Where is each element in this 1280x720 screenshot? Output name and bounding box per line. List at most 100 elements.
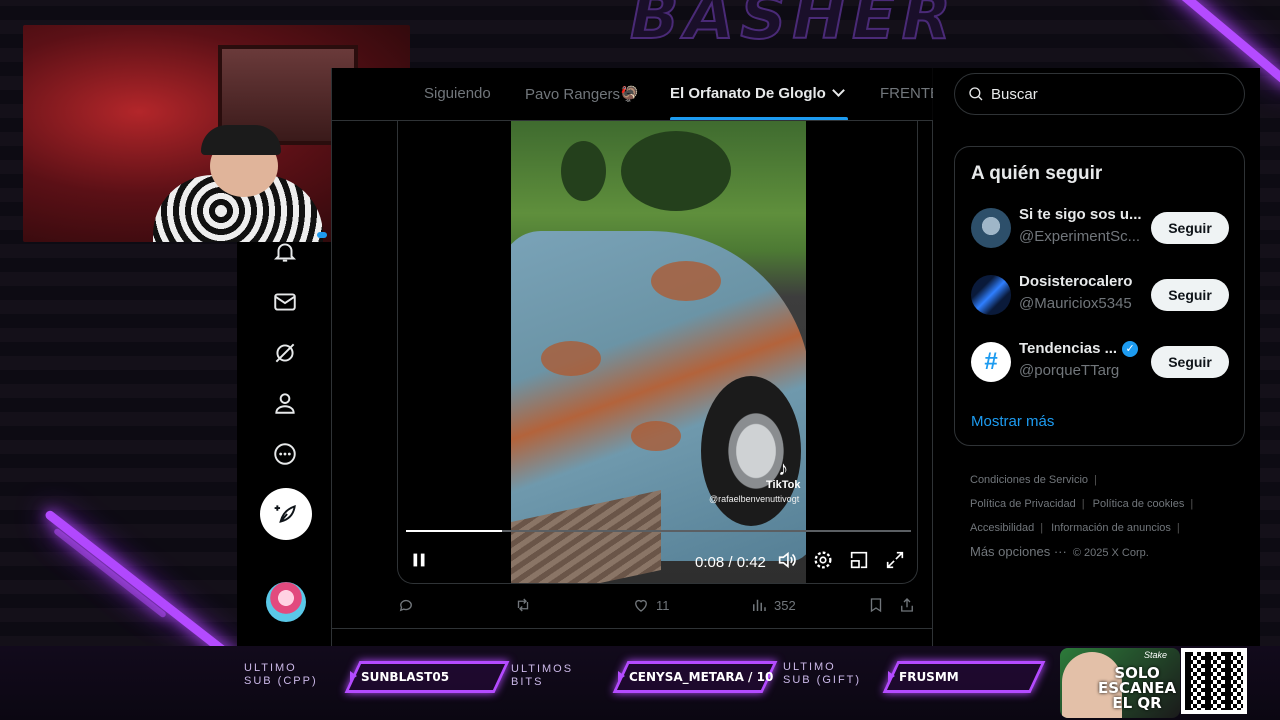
grok-icon bbox=[275, 343, 295, 363]
tiktok-icon: ♪ bbox=[778, 458, 789, 480]
video-time: 0:08 / 0:42 bbox=[695, 554, 766, 571]
webcam-cap bbox=[201, 125, 281, 155]
footer-link[interactable]: Política de Privacidad bbox=[970, 498, 1076, 510]
follow-button[interactable]: Seguir bbox=[1151, 346, 1229, 378]
last-sub-label: ULTIMO SUB (CPP) bbox=[244, 662, 318, 688]
account-handle: @ExperimentSc... bbox=[1019, 228, 1141, 245]
qr-pattern bbox=[1185, 652, 1243, 710]
profile-button[interactable] bbox=[265, 383, 305, 423]
x-sidebar bbox=[237, 232, 331, 646]
last-sub-name: SUNBLAST05 bbox=[361, 670, 450, 684]
stream-brand-logo: BASHER bbox=[629, 0, 957, 55]
footer-links: Condiciones de Servicio | Política de Pri… bbox=[970, 468, 1250, 565]
footer-link[interactable]: Condiciones de Servicio bbox=[970, 474, 1088, 486]
pause-icon bbox=[413, 553, 425, 567]
qr-promo-banner: Stake SOLO ESCANEA EL QR bbox=[1060, 648, 1180, 718]
like-button[interactable]: 11 bbox=[632, 596, 670, 614]
play-icon bbox=[888, 671, 895, 681]
verified-badge-icon: ✓ bbox=[1122, 340, 1139, 357]
repost-button[interactable] bbox=[514, 596, 532, 614]
more-circle-icon bbox=[274, 443, 296, 465]
promo-text: SOLO ESCANEA EL QR bbox=[1098, 666, 1176, 711]
footer-separator: | bbox=[1040, 522, 1044, 534]
video-bush bbox=[561, 141, 606, 201]
video-bush bbox=[621, 131, 731, 211]
video-player[interactable]: ♪ TikTok @rafaelbenvenuttivogt 0:08 / 0:… bbox=[397, 121, 918, 584]
play-icon bbox=[350, 671, 357, 681]
volume-button[interactable] bbox=[776, 549, 798, 571]
tiktok-handle: @rafaelbenvenuttivogt bbox=[709, 494, 800, 504]
label-line: SUB (GIFT) bbox=[783, 674, 862, 686]
footer-link[interactable]: Accesibilidad bbox=[970, 522, 1034, 534]
last-gift-value: FRUSMM bbox=[888, 670, 959, 684]
follow-button[interactable]: Seguir bbox=[1151, 212, 1229, 244]
follow-suggestion[interactable]: # Tendencias ... ✓ @porqueTTarg Seguir bbox=[971, 338, 1233, 386]
fullscreen-icon bbox=[886, 551, 904, 569]
promo-tag: Stake bbox=[1144, 650, 1168, 660]
settings-button[interactable] bbox=[812, 549, 834, 571]
video-progress-bar[interactable] bbox=[406, 530, 911, 532]
footer-separator: | bbox=[1176, 522, 1180, 534]
show-more-link[interactable]: Mostrar más bbox=[971, 413, 1054, 430]
rust-patch bbox=[541, 341, 601, 376]
notifications-button[interactable] bbox=[265, 232, 327, 272]
like-count: 11 bbox=[656, 597, 670, 613]
rust-patch bbox=[651, 261, 721, 301]
reply-button[interactable] bbox=[397, 596, 415, 614]
tab-siguiendo[interactable]: Siguiendo bbox=[424, 85, 491, 102]
heart-icon bbox=[635, 599, 647, 612]
last-sub-value: SUNBLAST05 bbox=[350, 670, 449, 684]
label-line: SUB (CPP) bbox=[244, 675, 318, 687]
footer-link[interactable]: Información de anuncios bbox=[1051, 522, 1171, 534]
more-options-link[interactable]: Más opciones ··· bbox=[970, 544, 1067, 559]
fullscreen-button[interactable] bbox=[884, 549, 906, 571]
pause-button[interactable] bbox=[408, 549, 430, 571]
label-line: BITS bbox=[511, 676, 544, 688]
label-line: ULTIMO bbox=[244, 662, 297, 674]
account-name: Si te sigo sos u... bbox=[1019, 206, 1142, 223]
share-icon bbox=[901, 598, 913, 612]
search-input[interactable] bbox=[991, 85, 1221, 103]
bookmark-button[interactable] bbox=[867, 596, 885, 614]
follow-suggestion[interactable]: Si te sigo sos u... @ExperimentSc... Seg… bbox=[971, 204, 1233, 252]
account-avatar bbox=[971, 275, 1011, 315]
footer-separator: | bbox=[1094, 474, 1097, 486]
compose-post-button[interactable] bbox=[260, 488, 312, 540]
rust-patch bbox=[631, 421, 681, 451]
label-line: ULTIMO bbox=[783, 661, 836, 673]
play-icon bbox=[618, 671, 625, 681]
follow-button[interactable]: Seguir bbox=[1151, 279, 1229, 311]
last-gift-name: FRUSMM bbox=[899, 670, 959, 684]
person-icon bbox=[275, 393, 295, 414]
right-sidebar: A quién seguir Si te sigo sos u... @Expe… bbox=[933, 68, 1260, 646]
messages-button[interactable] bbox=[265, 282, 305, 322]
more-button[interactable] bbox=[265, 434, 305, 474]
tiktok-brand: TikTok bbox=[766, 479, 801, 491]
grok-button[interactable] bbox=[265, 333, 305, 373]
post-actions: 11 352 bbox=[397, 596, 918, 618]
share-button[interactable] bbox=[898, 596, 916, 614]
who-to-follow-panel: A quién seguir Si te sigo sos u... @Expe… bbox=[954, 146, 1245, 446]
account-avatar[interactable] bbox=[266, 582, 306, 622]
tab-frente[interactable]: FRENTE bbox=[880, 85, 933, 102]
tab-el-orfanato[interactable]: El Orfanato De Gloglo bbox=[670, 84, 845, 102]
post-divider bbox=[332, 628, 933, 629]
account-avatar bbox=[971, 208, 1011, 248]
repost-icon bbox=[517, 598, 529, 612]
last-bits-label: ULTIMOS BITS bbox=[511, 663, 573, 689]
search-box[interactable] bbox=[954, 73, 1245, 115]
footer-link[interactable]: Política de cookies bbox=[1093, 498, 1185, 510]
views-button[interactable]: 352 bbox=[750, 596, 796, 614]
account-name-text: Tendencias ... bbox=[1019, 340, 1118, 357]
account-name: Tendencias ... ✓ bbox=[1019, 340, 1139, 357]
follow-suggestion[interactable]: Dosisterocalero @Mauriciox5345 Seguir bbox=[971, 271, 1233, 319]
copyright: © 2025 X Corp. bbox=[1072, 547, 1149, 559]
who-to-follow-title: A quién seguir bbox=[971, 163, 1103, 184]
footer-separator: | bbox=[1081, 498, 1085, 510]
tab-pavo-rangers[interactable]: Pavo Rangers🦃 bbox=[525, 85, 639, 103]
feather-plus-icon bbox=[274, 504, 296, 523]
tab-label: El Orfanato De Gloglo bbox=[670, 85, 826, 102]
pip-button[interactable] bbox=[848, 549, 870, 571]
gear-icon bbox=[814, 551, 832, 569]
timeline-column: Siguiendo Pavo Rangers🦃 El Orfanato De G… bbox=[331, 68, 933, 646]
